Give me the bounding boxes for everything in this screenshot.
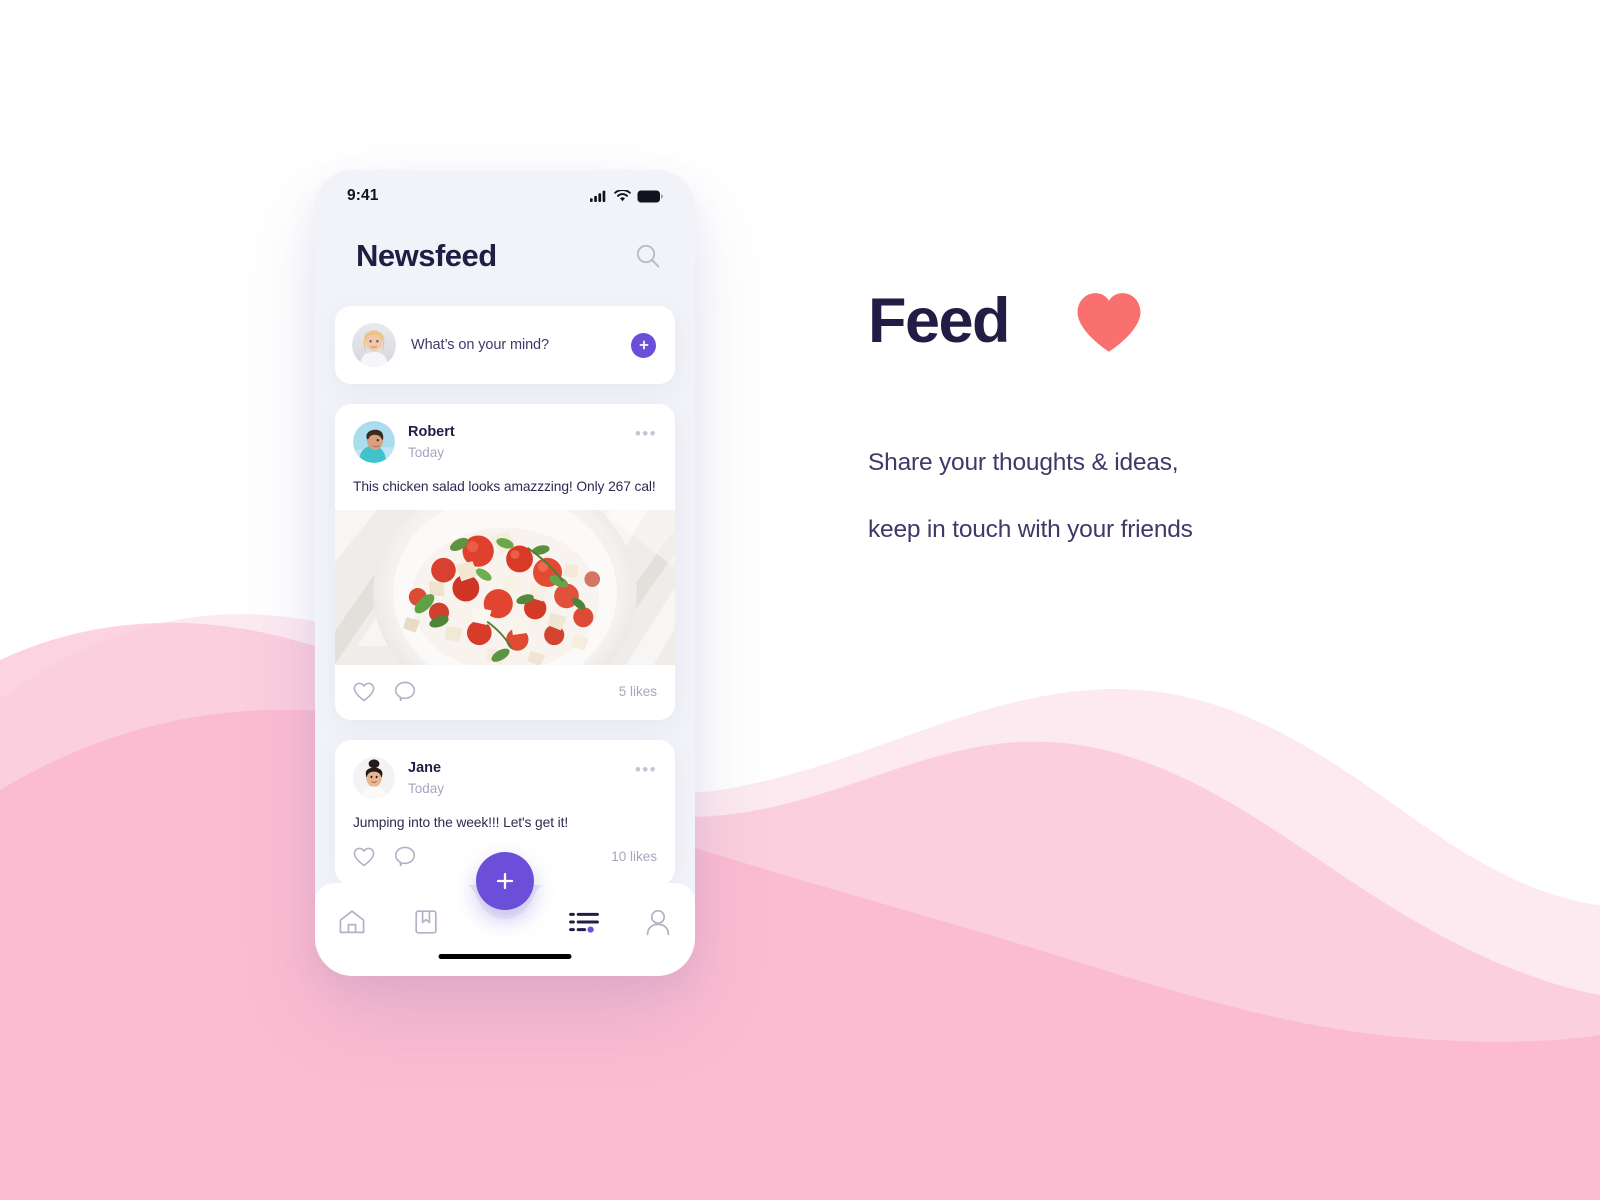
post-image[interactable] [335,510,675,665]
like-count: 10 likes [611,849,657,864]
post-author-avatar [353,421,395,463]
cellular-signal-icon [590,190,606,202]
status-time: 9:41 [347,187,379,204]
promo-headline-row: Feed [868,290,1508,353]
wifi-icon [614,190,631,202]
post-actions: 5 likes [335,665,675,720]
battery-full-icon [637,190,663,202]
plus-icon [639,340,648,350]
post-author-name: Jane [408,760,442,776]
search-button[interactable] [633,241,663,271]
search-icon [636,244,660,268]
heart-filled-icon [1077,292,1141,352]
page-title: Newsfeed [356,238,497,273]
post-timestamp: Today [408,444,445,460]
nav-item-saved[interactable] [389,894,463,950]
promo-subtitle: Share your thoughts & ideas, keep in tou… [868,429,1508,563]
create-post-fab[interactable] [476,852,534,910]
composer-card[interactable]: What’s on your mind? [335,306,675,384]
promo-panel: Feed Share your thoughts & ideas, keep i… [868,290,1508,563]
post-text: Jumping into the week!!! Let's get it! [353,815,569,830]
comment-bubble-icon [394,681,416,702]
post-author-name: Robert [408,424,455,440]
comment-button[interactable] [394,681,416,702]
post-more-button[interactable]: ••• [635,421,657,442]
post-card[interactable]: Robert Today ••• This chicken salad look… [335,404,675,720]
promo-subtitle-line-2: keep in touch with your friends [868,516,1193,543]
post-timestamp: Today [408,780,445,796]
status-icons [590,190,663,203]
nav-item-home[interactable] [315,894,389,950]
home-icon [339,910,365,934]
feed-scroll-area[interactable]: What’s on your mind? Robert Today ••• Th… [315,284,695,885]
post-meta: Robert Today [408,421,622,463]
bottom-nav-bar [315,852,695,976]
nav-active-dot [587,926,594,933]
like-count: 5 likes [618,684,657,699]
heart-outline-icon [353,682,375,701]
status-bar: 9:41 [315,170,695,222]
post-author-avatar [353,757,395,799]
app-header: Newsfeed [315,222,695,284]
phone-mockup: 9:41 Newsfeed What’s on your mind? Rober… [315,170,695,976]
like-button[interactable] [353,682,375,702]
nav-item-feed[interactable] [547,894,621,950]
post-header: Jane Today ••• [335,757,675,799]
background-waves [0,614,1600,1200]
add-post-button[interactable] [631,332,656,358]
person-icon [646,909,670,935]
home-indicator [438,954,572,959]
composer-avatar [352,323,396,367]
post-text: This chicken salad looks amazzzing! Only… [353,479,656,494]
post-meta: Jane Today [408,757,622,799]
post-header: Robert Today ••• [335,421,675,463]
plus-icon [496,872,514,890]
promo-subtitle-line-1: Share your thoughts & ideas, [868,449,1179,476]
list-icon [569,912,599,933]
composer-placeholder[interactable]: What’s on your mind? [411,337,616,353]
bookmark-icon [415,910,437,934]
promo-title: Feed [868,286,1011,356]
post-more-button[interactable]: ••• [635,757,657,778]
nav-item-profile[interactable] [621,894,695,950]
